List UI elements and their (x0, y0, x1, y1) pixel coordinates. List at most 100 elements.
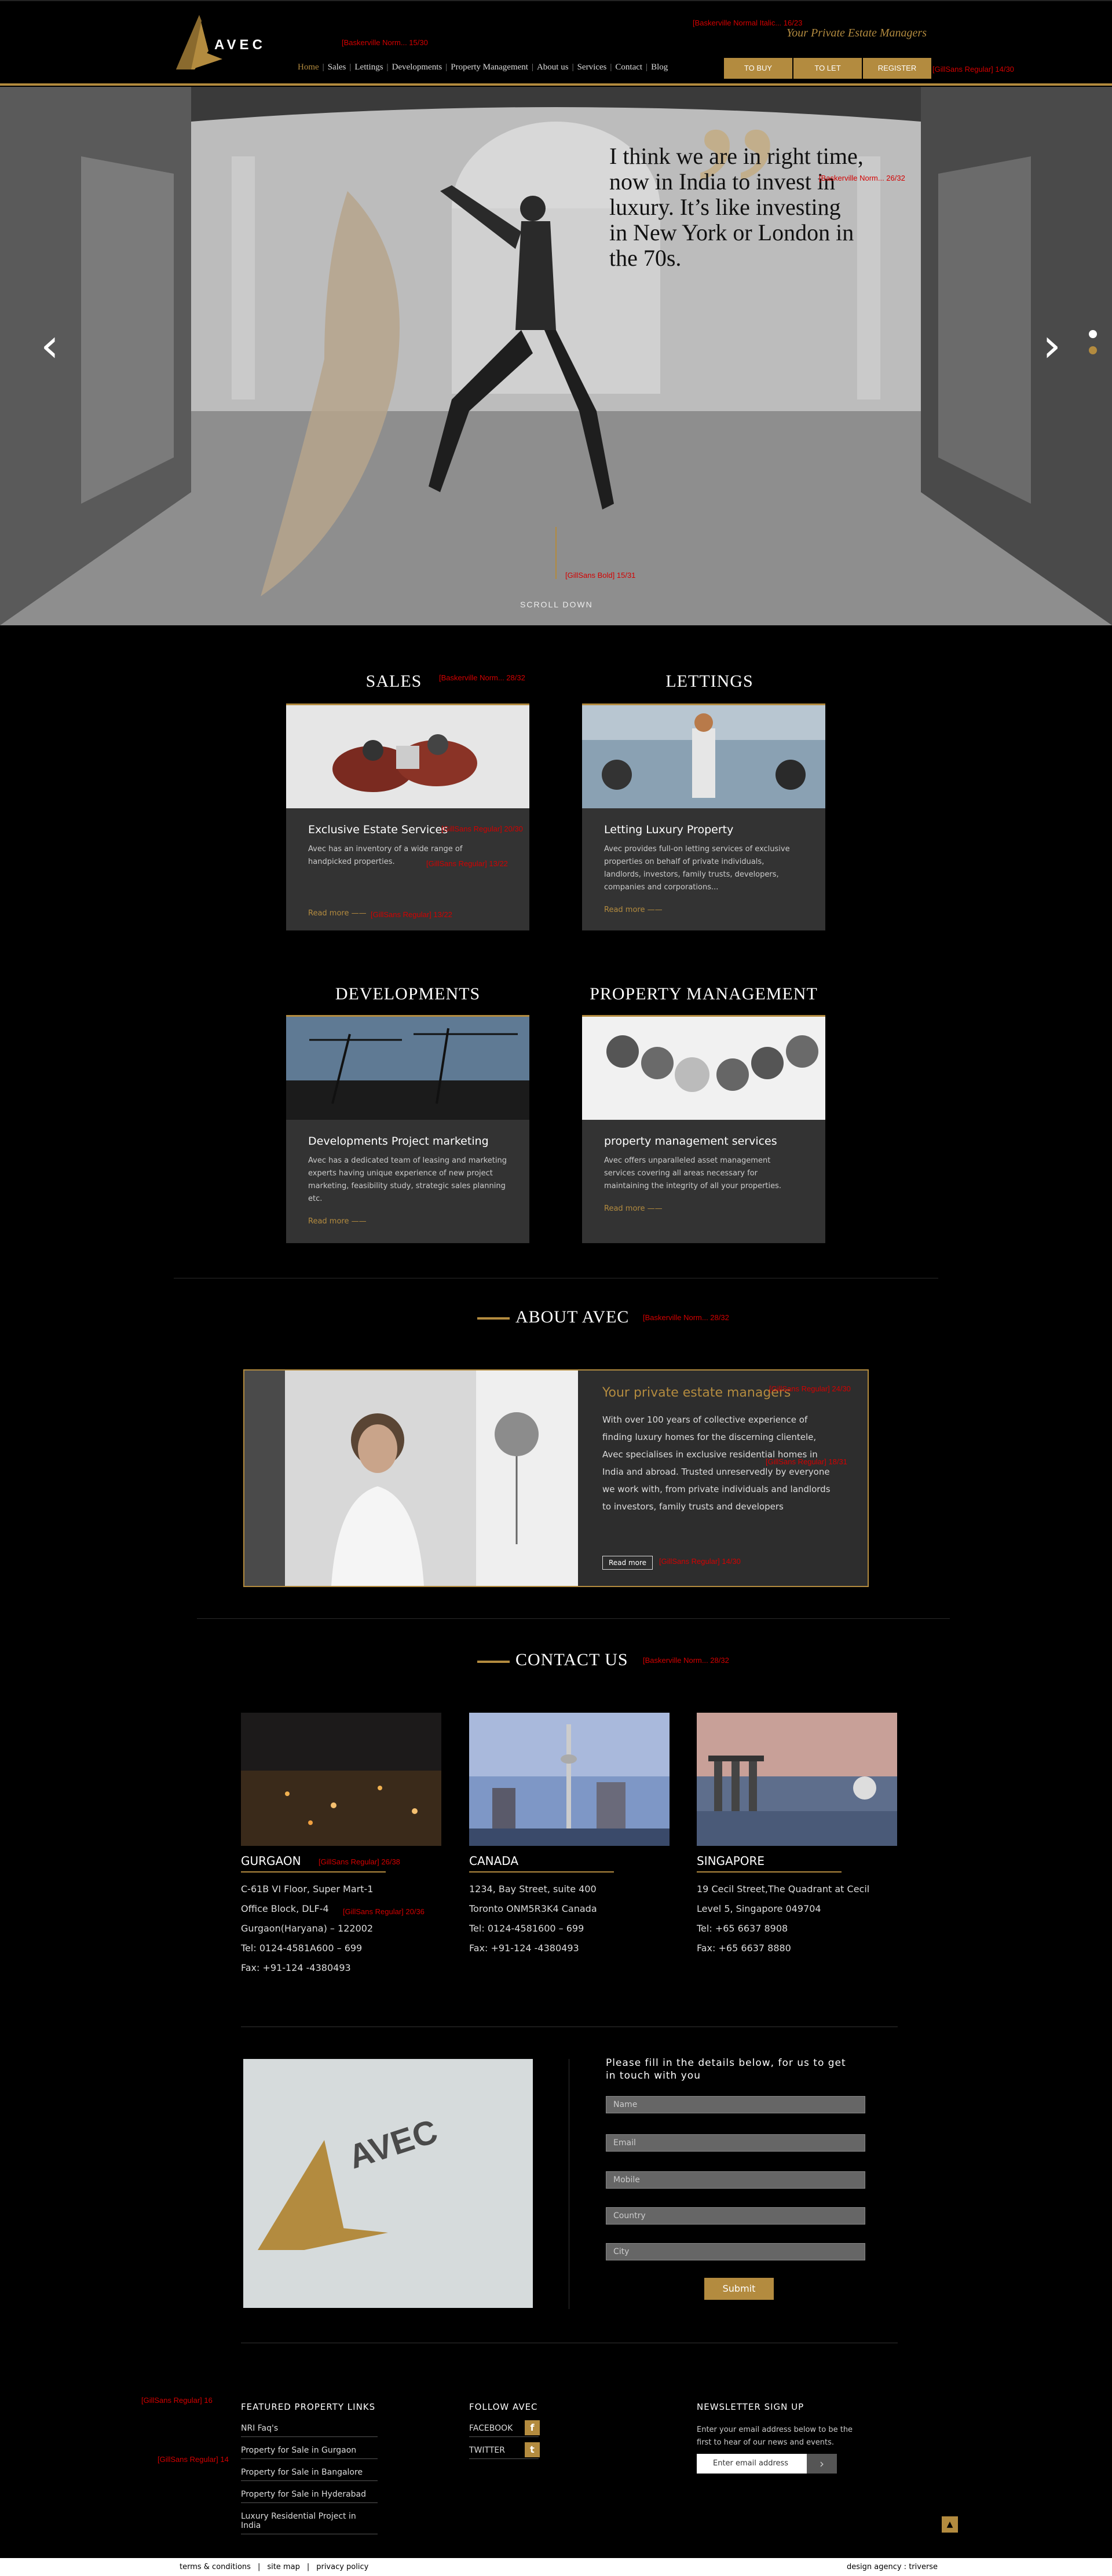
about-read-more-button[interactable]: Read more (602, 1556, 653, 1570)
hero-quote: I think we are in right time, now in Ind… (609, 143, 864, 271)
office-singapore: SINGAPORE 19 Cecil Street,The Quadrant a… (697, 1713, 897, 1958)
featured-links-heading: FEATURED PROPERTY LINKS (241, 2402, 376, 2412)
sales-image (286, 705, 529, 808)
newsletter-email-input[interactable]: Enter email address (697, 2454, 807, 2474)
lettings-heading: LETTINGS (665, 672, 753, 691)
slide-dot[interactable] (1089, 330, 1097, 338)
font-note: [GillSans Regular] 13/22 (371, 910, 452, 919)
font-note: [GillSans Regular] 20/30 (441, 825, 523, 833)
lettings-card[interactable]: Letting Luxury Property Avec provides fu… (582, 703, 825, 930)
property-management-read-more[interactable]: Read more —— (604, 1204, 803, 1213)
property-management-card[interactable]: property management services Avec offers… (582, 1015, 825, 1243)
font-note: [GillSans Regular] 20/36 (343, 1907, 425, 1916)
sitemap-link[interactable]: site map (267, 2563, 307, 2571)
font-note: [GillSans Regular] 26/38 (319, 1857, 400, 1866)
font-note: [GillSans Regular] 18/31 (766, 1457, 847, 1466)
city-name: SINGAPORE (697, 1854, 842, 1873)
follow-heading: FOLLOW AVEC (469, 2402, 538, 2412)
property-management-image (582, 1017, 825, 1120)
name-field[interactable]: Name (606, 2096, 865, 2113)
font-note: [GillSans Regular] 14/30 (659, 1557, 741, 1566)
site-header: AVEC [Baskerville Norm... 15/30 [Baskerv… (0, 0, 1112, 87)
facebook-icon[interactable]: f (525, 2420, 540, 2435)
nav-sales[interactable]: Sales (324, 63, 350, 72)
hero-image: ” (0, 87, 1112, 625)
terms-link[interactable]: terms & conditions (180, 2563, 258, 2571)
font-note: [GillSans Regular] 16 (141, 2396, 213, 2405)
contact-heading: CONTACT US (515, 1650, 628, 1669)
tagline: Your Private Estate Managers (786, 27, 927, 39)
font-note: [GillSans Regular] 14 (158, 2455, 229, 2464)
nav-developments[interactable]: Developments (389, 63, 446, 72)
nav-blog[interactable]: Blog (648, 63, 671, 72)
footer-link[interactable]: NRI Faq's (241, 2424, 378, 2437)
nav-about[interactable]: About us (533, 63, 572, 72)
about-box: Your private estate managers With over 1… (243, 1369, 869, 1587)
developments-image (286, 1017, 529, 1120)
font-note: [Baskerville Norm... 28/32 (439, 673, 525, 682)
header-rule (0, 83, 1112, 86)
footer-link[interactable]: Property for Sale in Bangalore (241, 2468, 378, 2481)
lettings-card-text: Avec provides full-on letting services o… (604, 845, 790, 892)
about-image (244, 1371, 578, 1586)
slide-dot-active[interactable] (1089, 346, 1097, 354)
submit-button[interactable]: Submit (704, 2278, 774, 2300)
nav-services[interactable]: Services (574, 63, 610, 72)
newsletter-text: Enter your email address below to be the… (697, 2425, 853, 2447)
nav-contact[interactable]: Contact (612, 63, 646, 72)
property-management-card-text: Avec offers unparalleled asset managemen… (604, 1156, 781, 1190)
footer-link[interactable]: Luxury Residential Project in India (241, 2512, 378, 2534)
scroll-down[interactable]: SCROLL DOWN (520, 600, 593, 609)
footer-link[interactable]: Property for Sale in Gurgaon (241, 2446, 378, 2459)
office-address: 19 Cecil Street,The Quadrant at Cecil Le… (697, 1884, 870, 1954)
property-management-heading: PROPERTY MANAGEMENT (590, 984, 818, 1003)
email-field[interactable]: Email (606, 2134, 865, 2152)
back-to-top-icon[interactable]: ▲ (942, 2516, 958, 2533)
city-field[interactable]: City (606, 2243, 865, 2260)
newsletter-submit-icon[interactable]: › (807, 2454, 837, 2474)
office-gurgaon: GURGAON C-61B VI Floor, Super Mart-1 Off… (241, 1713, 441, 1978)
heading-accent (477, 1661, 510, 1663)
canada-image (469, 1713, 670, 1846)
heading-accent (477, 1317, 510, 1320)
font-note: [GillSans Regular] 13/22 (426, 859, 508, 868)
twitter-icon[interactable]: t (525, 2442, 540, 2457)
developments-card-title: Developments Project marketing (308, 1135, 489, 1148)
to-let-button[interactable]: TO LET (793, 58, 862, 79)
developments-card-text: Avec has a dedicated team of leasing and… (308, 1156, 507, 1203)
font-note: [Baskerville Normal Italic... 16/23 (693, 19, 803, 27)
register-button[interactable]: REGISTER (863, 58, 931, 79)
nav-property-management[interactable]: Property Management (447, 63, 532, 72)
developments-read-more[interactable]: Read more —— (308, 1217, 507, 1226)
main-nav: Home | Sales | Lettings | Developments | Pro… (294, 63, 671, 72)
gurgaon-image (241, 1713, 441, 1846)
design-credit[interactable]: design agency : triverse (847, 2563, 938, 2571)
logo-wordmark: AVEC (214, 37, 266, 53)
sales-card[interactable]: Exclusive Estate Services Avec has an in… (286, 703, 529, 930)
developments-heading: DEVELOPMENTS (335, 984, 481, 1003)
font-note: [GillSans Regular] 14/30 (932, 65, 1014, 74)
developments-card[interactable]: Developments Project marketing Avec has … (286, 1015, 529, 1243)
country-field[interactable]: Country (606, 2207, 865, 2225)
lettings-read-more[interactable]: Read more —— (604, 906, 803, 914)
nav-lettings[interactable]: Lettings (351, 63, 386, 72)
lettings-card-title: Letting Luxury Property (604, 823, 734, 836)
city-name: CANADA (469, 1854, 614, 1873)
privacy-link[interactable]: privacy policy (316, 2563, 368, 2571)
footer-link[interactable]: Property for Sale in Hyderabad (241, 2490, 378, 2503)
font-note: [GillSans Bold] 15/31 (565, 571, 636, 580)
divider (197, 1618, 950, 1619)
singapore-image (697, 1713, 897, 1846)
about-heading: ABOUT AVEC (515, 1307, 630, 1327)
next-slide-icon[interactable]: › (1042, 318, 1061, 372)
prev-slide-icon[interactable]: ‹ (41, 318, 59, 372)
font-note: [Baskerville Norm... 28/32 (643, 1313, 729, 1322)
nav-home[interactable]: Home (294, 63, 323, 72)
mobile-field[interactable]: Mobile (606, 2171, 865, 2189)
hero-slider: ” I think we are in right time, now in I… (0, 87, 1112, 625)
to-buy-button[interactable]: TO BUY (724, 58, 792, 79)
font-note: [Baskerville Norm... 15/30 (342, 38, 428, 47)
form-title: Please fill in the details below, for us… (606, 2057, 846, 2082)
lettings-image (582, 705, 825, 808)
about-title: Your private estate managers (602, 1386, 791, 1400)
